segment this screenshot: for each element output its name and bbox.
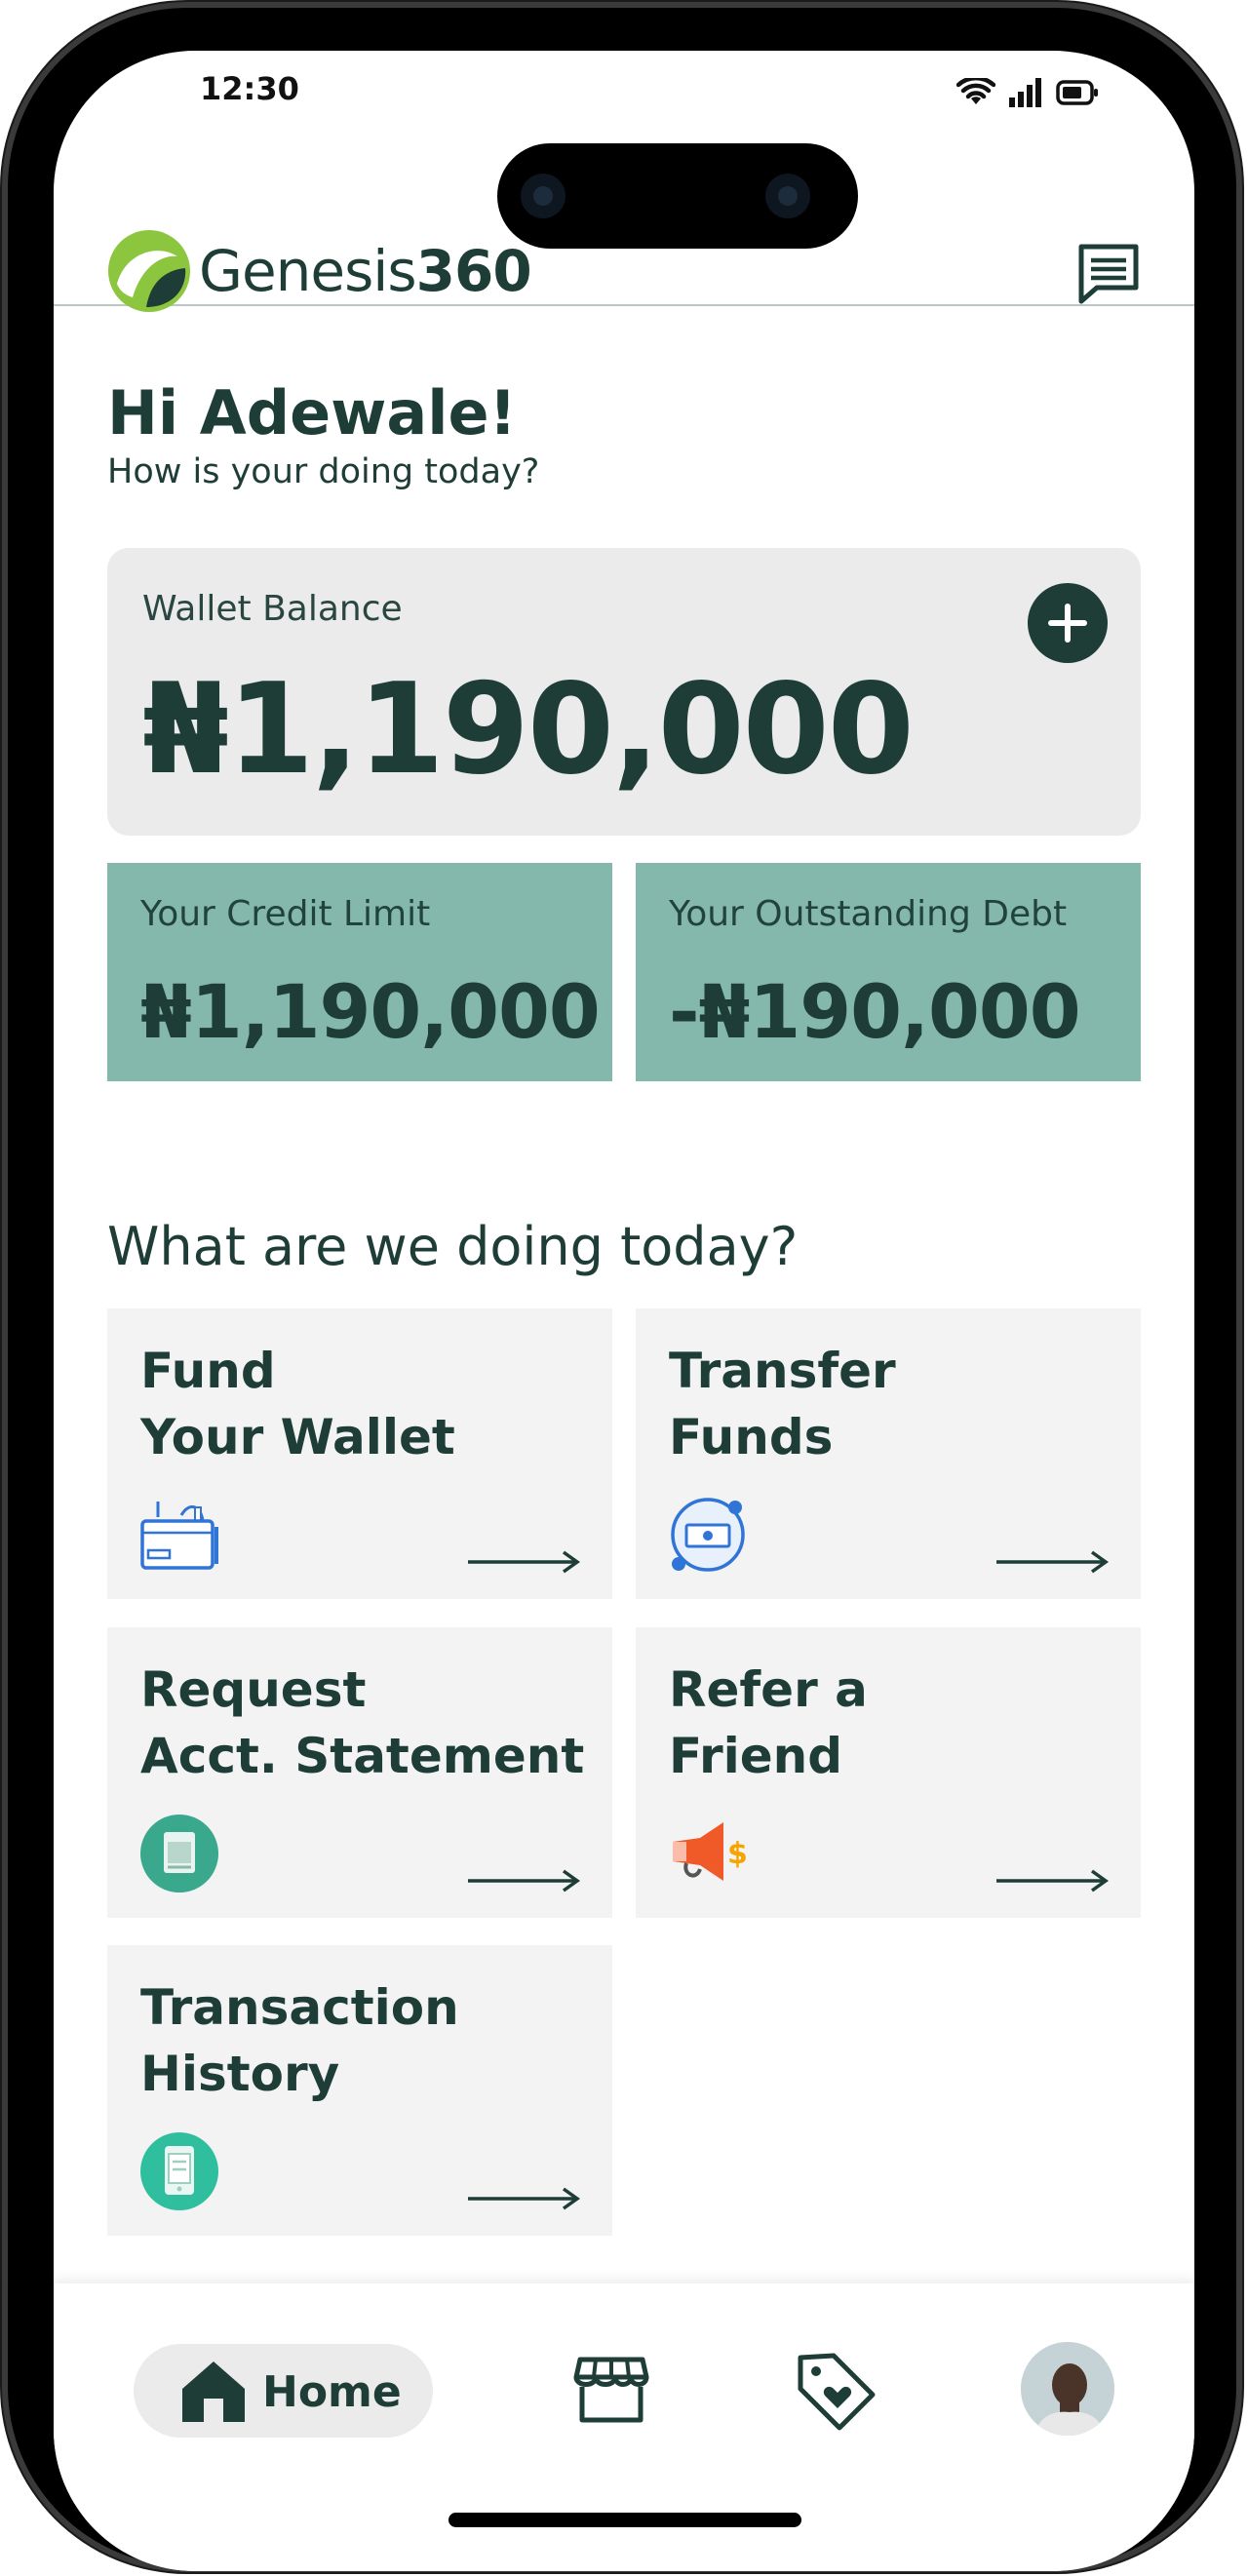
arrow-right-icon [468, 2187, 581, 2210]
logo-mark-icon [108, 230, 190, 312]
home-icon [182, 2361, 245, 2422]
refer-friend-tile[interactable]: Refer a Friend $ [636, 1627, 1141, 1918]
receipt-phone-icon [140, 2132, 218, 2210]
user-photo-icon [1021, 2342, 1114, 2436]
request-statement-tile[interactable]: Request Acct. Statement [107, 1627, 612, 1918]
tile-title: Request Acct. Statement [140, 1661, 585, 1784]
chat-message-icon[interactable] [1073, 239, 1144, 309]
greeting-subtitle: How is your doing today? [107, 452, 540, 491]
outstanding-debt-label: Your Outstanding Debt [669, 894, 1068, 934]
arrow-right-icon [996, 1550, 1110, 1574]
wallet-icon [140, 1502, 218, 1570]
wallet-balance-label: Wallet Balance [142, 589, 403, 629]
svg-text:$: $ [727, 1837, 748, 1871]
money-transfer-icon [671, 1498, 745, 1572]
megaphone-icon: $ [673, 1822, 748, 1881]
credit-limit-amount: ₦1,190,000 [140, 968, 601, 1055]
wallet-balance-amount: ₦1,190,000 [142, 657, 915, 802]
add-funds-button[interactable] [1028, 583, 1108, 663]
statement-icon [140, 1815, 218, 1893]
tag-heart-icon[interactable] [795, 2350, 878, 2434]
wallet-balance-card: Wallet Balance ₦1,190,000 [107, 548, 1141, 836]
tile-title: Transaction History [140, 1979, 459, 2102]
nav-home-button[interactable]: Home [134, 2344, 433, 2438]
dynamic-island [497, 143, 858, 249]
nav-home-label: Home [262, 2367, 402, 2417]
logo-text: Genesis360 [199, 238, 532, 304]
camera-lens [521, 174, 566, 218]
store-icon[interactable] [572, 2350, 650, 2428]
arrow-right-icon [468, 1550, 581, 1574]
arrow-right-icon [468, 1869, 581, 1893]
status-icons [956, 78, 1099, 107]
bottom-navigation: Home [54, 2283, 1194, 2571]
app-screen: 12:30 Genesis360 Hi Adewale! How is your… [54, 51, 1194, 2571]
cellular-signal-icon [1009, 78, 1041, 107]
arrow-right-icon [996, 1869, 1110, 1893]
transfer-funds-tile[interactable]: Transfer Funds [636, 1308, 1141, 1599]
outstanding-debt-amount: -₦190,000 [669, 968, 1081, 1055]
sensor-lens [765, 174, 810, 218]
avatar[interactable] [1021, 2342, 1114, 2436]
tile-title: Fund Your Wallet [140, 1343, 455, 1465]
tile-title: Refer a Friend [669, 1661, 868, 1784]
home-indicator [448, 2513, 801, 2527]
greeting-title: Hi Adewale! [107, 377, 517, 449]
genesis360-logo[interactable]: Genesis360 [107, 229, 532, 313]
credit-limit-label: Your Credit Limit [140, 894, 431, 934]
actions-section-title: What are we doing today? [107, 1216, 799, 1277]
tile-title: Transfer Funds [669, 1343, 896, 1465]
transaction-history-tile[interactable]: Transaction History [107, 1945, 612, 2236]
credit-limit-card: Your Credit Limit ₦1,190,000 [107, 863, 612, 1081]
outstanding-debt-card: Your Outstanding Debt -₦190,000 [636, 863, 1141, 1081]
fund-wallet-tile[interactable]: Fund Your Wallet [107, 1308, 612, 1599]
battery-icon [1056, 80, 1098, 105]
status-time: 12:30 [200, 70, 299, 107]
wifi-icon [956, 78, 995, 104]
